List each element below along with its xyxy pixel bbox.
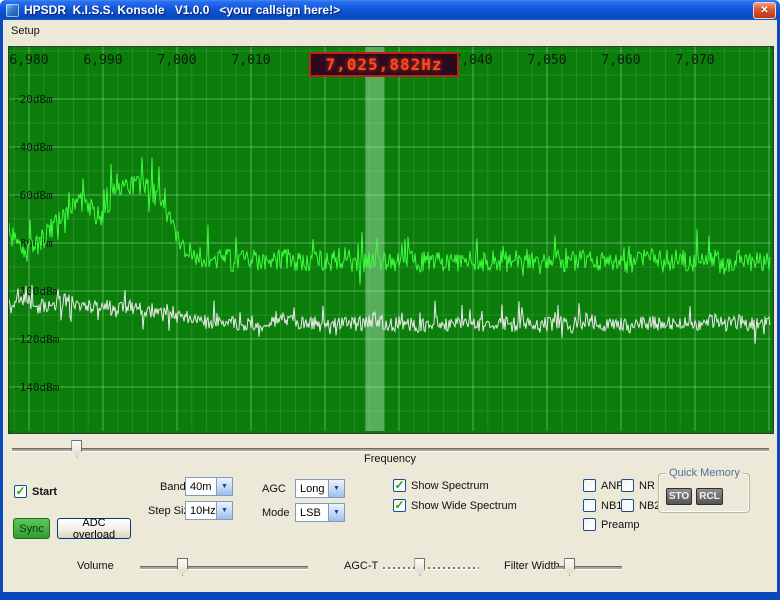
dbm-tick-label: -60dBm xyxy=(13,189,53,202)
checkbox-box: ✓ xyxy=(393,479,406,492)
freq-tick-label: 7,000 xyxy=(157,53,196,68)
freq-tick-label: 6,990 xyxy=(83,53,122,68)
step-size-select[interactable]: 10Hz ▼ xyxy=(185,501,233,520)
show-spectrum-checkbox[interactable]: ✓ Show Spectrum xyxy=(393,479,489,492)
band-label: Band xyxy=(160,481,186,493)
freq-tick-label: 7,050 xyxy=(527,53,566,68)
freq-tick-label: 7,010 xyxy=(231,53,270,68)
agc-t-label: AGC-T xyxy=(344,560,378,572)
spectrum-background xyxy=(9,47,771,431)
start-checkbox-label: Start xyxy=(32,486,57,498)
nb1-checkbox[interactable]: ✓ NB1 xyxy=(583,499,622,512)
anf-label: ANF xyxy=(601,480,623,492)
volume-slider[interactable] xyxy=(140,558,308,576)
show-wide-spectrum-label: Show Wide Spectrum xyxy=(411,500,517,512)
frequency-readout: 7,025,882Hz xyxy=(309,52,459,77)
checkbox-box: ✓ xyxy=(621,479,634,492)
freq-tick-label: 7,070 xyxy=(675,53,714,68)
chevron-down-icon: ▼ xyxy=(328,480,344,497)
checkbox-box: ✓ xyxy=(621,499,634,512)
tuned-frequency-marker[interactable] xyxy=(365,47,384,431)
checkbox-box: ✓ xyxy=(393,499,406,512)
frequency-slider-track xyxy=(12,448,769,452)
dbm-tick-label: -120dBm xyxy=(13,333,60,346)
filter-width-label: Filter Width xyxy=(504,560,560,572)
menu-bar: Setup xyxy=(3,20,777,42)
nr-checkbox[interactable]: ✓ NR xyxy=(621,479,655,492)
mode-label: Mode xyxy=(262,507,290,519)
checkbox-box: ✓ xyxy=(583,518,596,531)
adc-overload-button[interactable]: ADC overload xyxy=(57,518,131,539)
filter-width-slider-thumb[interactable] xyxy=(564,558,575,576)
filter-width-slider[interactable] xyxy=(556,558,622,576)
title-bar[interactable]: HPSDR K.I.S.S. Konsole V1.0.0 <your call… xyxy=(0,0,780,20)
freq-tick-label: 6,980 xyxy=(9,53,48,68)
chevron-down-icon: ▼ xyxy=(216,502,232,519)
dbm-tick-label: -40dBm xyxy=(13,141,53,154)
frequency-slider-label: Frequency xyxy=(0,453,780,465)
rcl-button[interactable]: RCL xyxy=(696,488,723,505)
window-title: HPSDR K.I.S.S. Konsole V1.0.0 <your call… xyxy=(24,0,753,20)
nb1-label: NB1 xyxy=(601,500,622,512)
anf-checkbox[interactable]: ✓ ANF xyxy=(583,479,623,492)
checkbox-box: ✓ xyxy=(14,485,27,498)
dbm-tick-label: -20dBm xyxy=(13,93,53,106)
agc-select[interactable]: Long ▼ xyxy=(295,479,345,498)
show-wide-spectrum-checkbox[interactable]: ✓ Show Wide Spectrum xyxy=(393,499,517,512)
preamp-checkbox[interactable]: ✓ Preamp xyxy=(583,518,640,531)
dbm-tick-label: -140dBm xyxy=(13,381,60,394)
step-size-select-value: 10Hz xyxy=(186,505,216,517)
nb2-checkbox[interactable]: ✓ NB2 xyxy=(621,499,660,512)
checkbox-box: ✓ xyxy=(583,499,596,512)
spectrum-canvas[interactable]: 6,980 6,990 7,000 7,010 7,040 7,050 7,060 7,070… xyxy=(9,47,771,431)
close-icon: ✕ xyxy=(760,5,768,16)
mode-select-value: LSB xyxy=(296,507,328,519)
agc-t-slider-track xyxy=(383,567,479,570)
show-spectrum-label: Show Spectrum xyxy=(411,480,489,492)
menu-setup[interactable]: Setup xyxy=(3,22,48,40)
band-select[interactable]: 40m ▼ xyxy=(185,477,233,496)
preamp-label: Preamp xyxy=(601,519,640,531)
chevron-down-icon: ▼ xyxy=(328,504,344,521)
app-icon xyxy=(6,4,19,17)
spectrum-display[interactable]: 6,980 6,990 7,000 7,010 7,040 7,050 7,060 7,070… xyxy=(8,46,774,434)
agc-label: AGC xyxy=(262,483,286,495)
mode-select[interactable]: LSB ▼ xyxy=(295,503,345,522)
sto-button[interactable]: STO xyxy=(666,488,692,505)
freq-tick-label: 7,060 xyxy=(601,53,640,68)
quick-memory-label: Quick Memory xyxy=(666,467,743,479)
chevron-down-icon: ▼ xyxy=(216,478,232,495)
volume-slider-thumb[interactable] xyxy=(177,558,188,576)
volume-label: Volume xyxy=(77,560,114,572)
band-select-value: 40m xyxy=(186,481,216,493)
dbm-tick-label: -100dBm xyxy=(13,285,60,298)
checkbox-box: ✓ xyxy=(583,479,596,492)
agc-t-slider-thumb[interactable] xyxy=(414,558,425,576)
volume-slider-track xyxy=(140,566,308,570)
agc-select-value: Long xyxy=(296,483,328,495)
nr-label: NR xyxy=(639,480,655,492)
freq-tick-label: 7,040 xyxy=(453,53,492,68)
start-checkbox[interactable]: ✓ Start xyxy=(14,485,57,498)
sync-button[interactable]: Sync xyxy=(13,518,50,539)
close-button[interactable]: ✕ xyxy=(753,2,776,19)
app-window: HPSDR K.I.S.S. Konsole V1.0.0 <your call… xyxy=(0,0,780,600)
agc-t-slider[interactable] xyxy=(383,558,479,576)
